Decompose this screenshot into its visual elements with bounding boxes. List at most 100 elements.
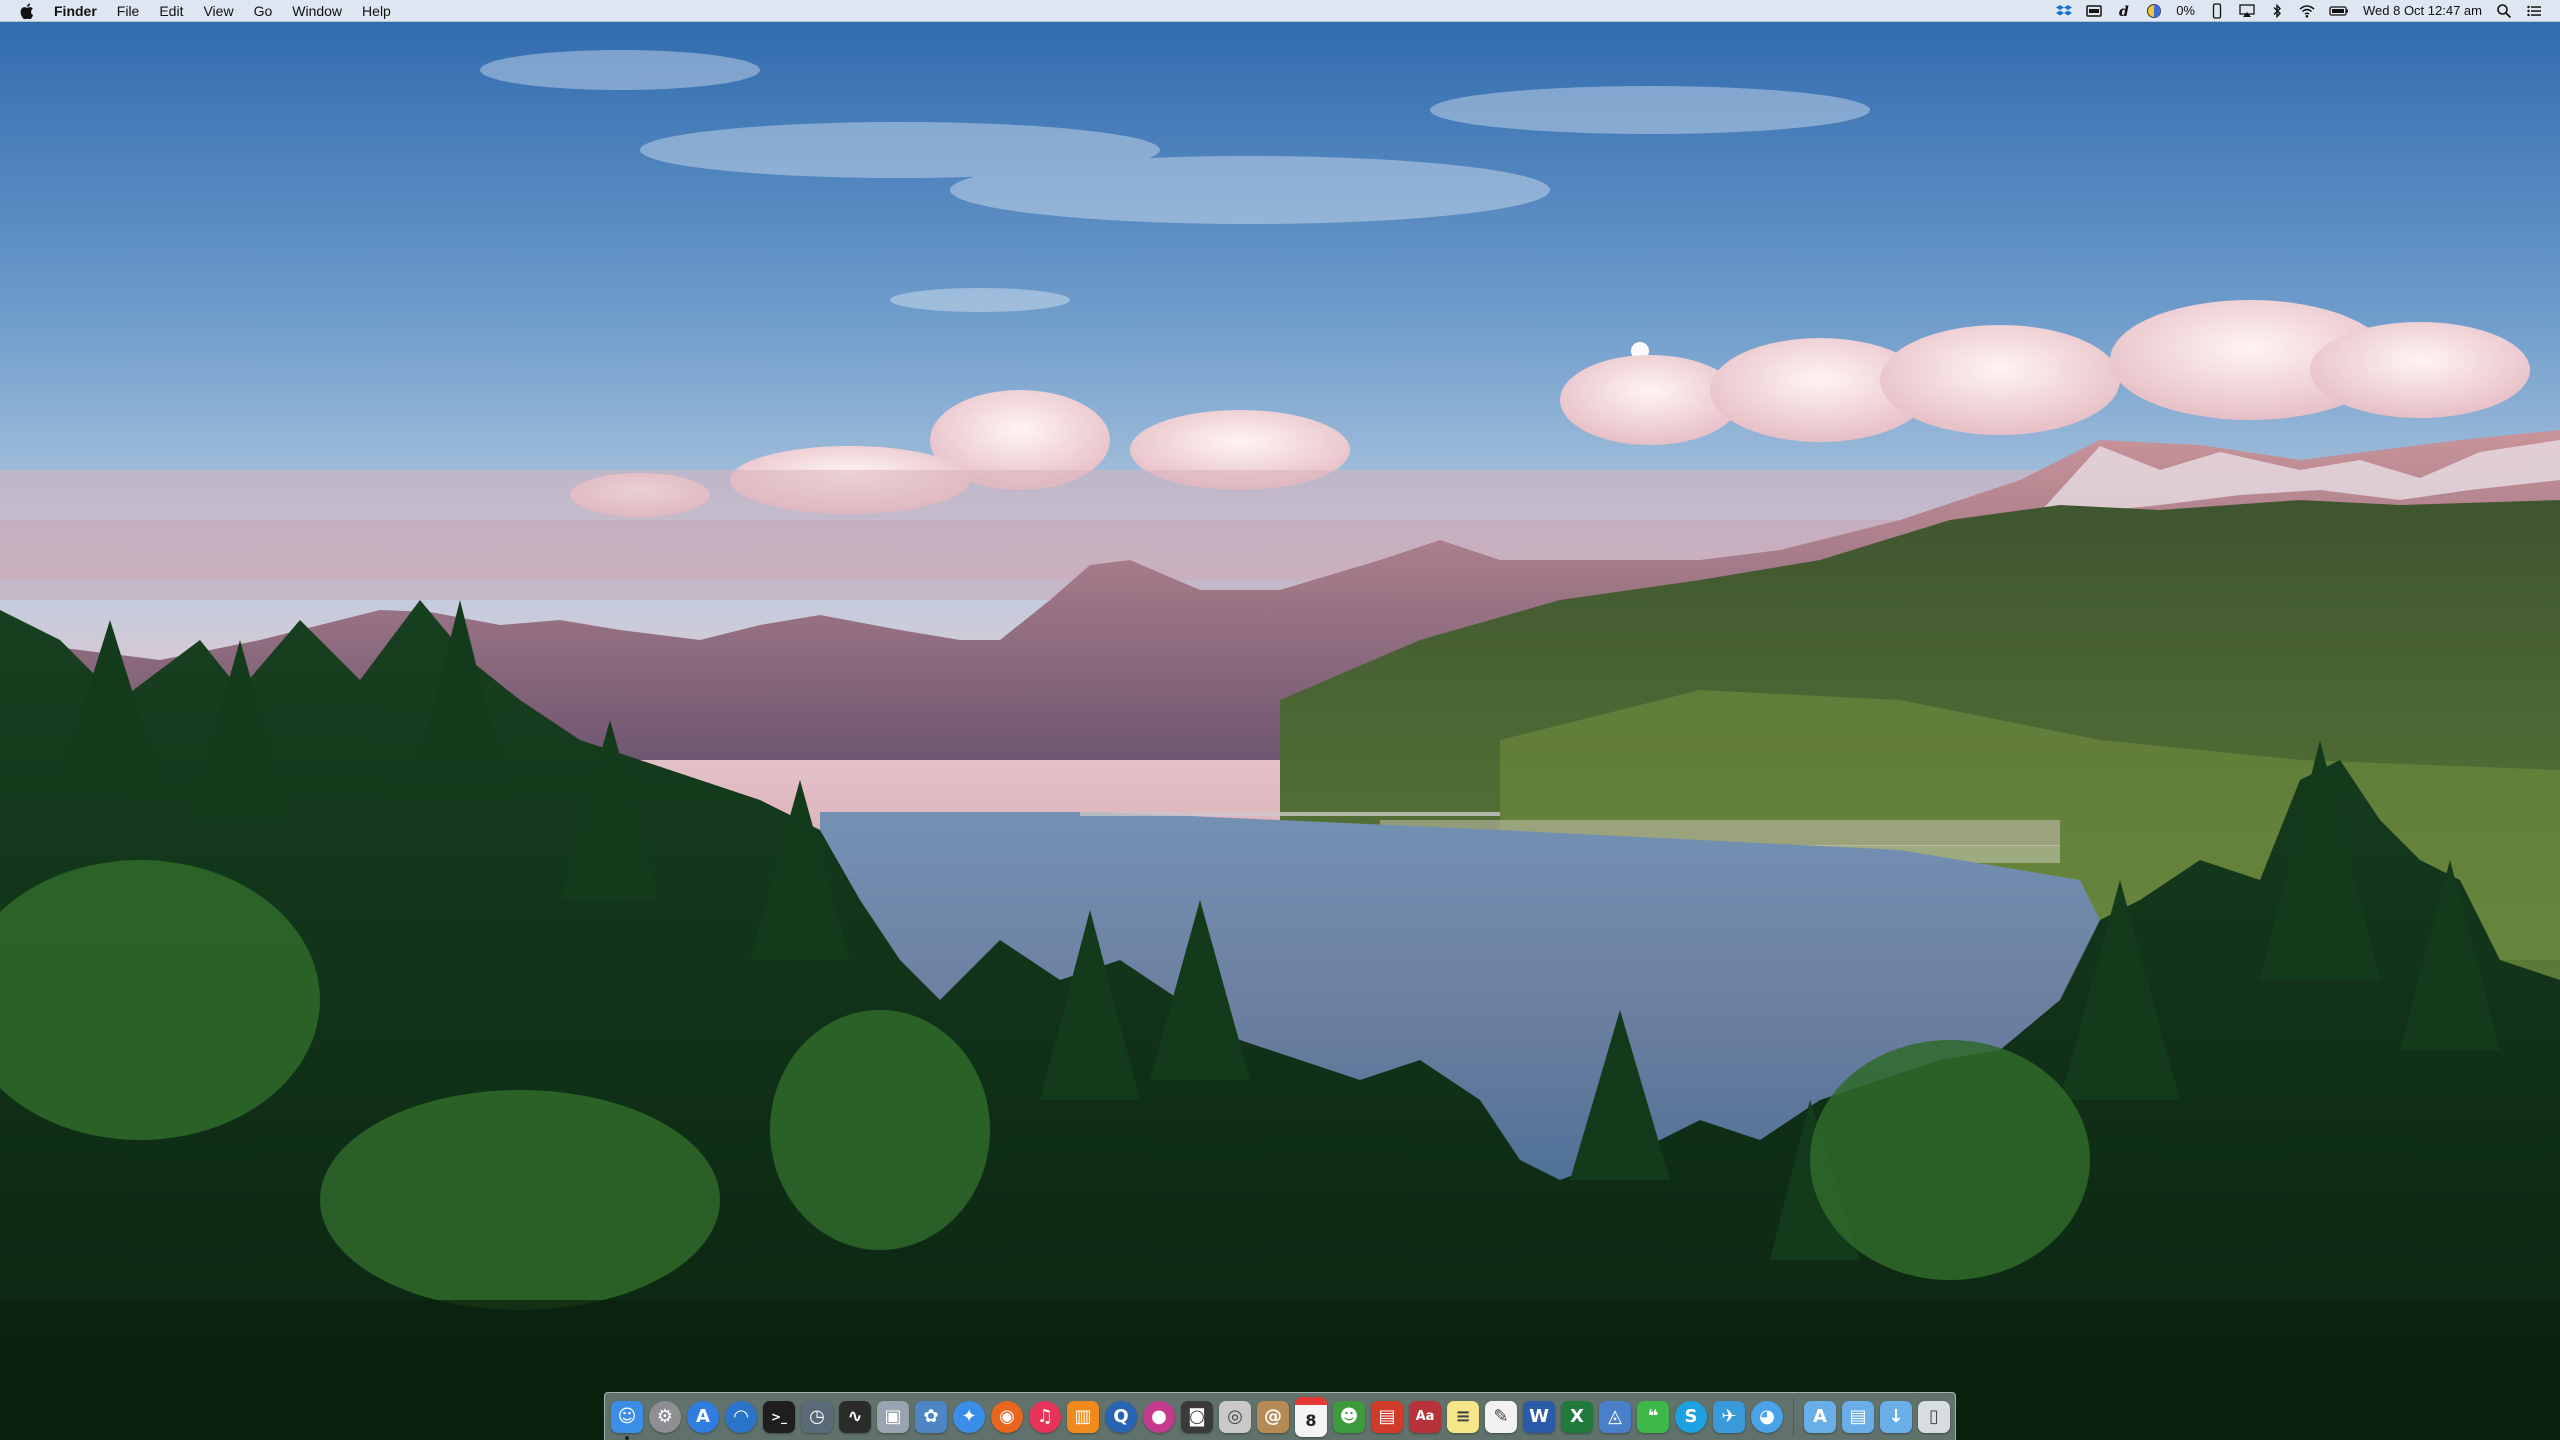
contacts-icon: @	[1264, 1405, 1282, 1427]
dock-item-messages[interactable]: ❝	[1637, 1400, 1669, 1433]
calendar-icon: 8	[1305, 1410, 1317, 1430]
dock-item-itunes[interactable]: ♫	[1029, 1400, 1061, 1433]
notification-center-icon[interactable]	[2526, 3, 2542, 19]
dock: ☺ ⚙ A ◠ >_ ◷ ∿ ▣ ✿ ✦ ◉ ♫ ▥ Q ● ◙ ◎ @8 ☻ ▤ Aa ≡ ✎ W X ◬ ❝ S ✈ ◕ A ▤ ↓ ▯	[604, 1392, 1956, 1440]
dock-item-app-store[interactable]: A	[687, 1400, 719, 1433]
excel-icon: X	[1570, 1405, 1584, 1427]
airplay-icon[interactable]	[2239, 3, 2255, 19]
dock-item-wi-fi-utility[interactable]: ◠	[725, 1400, 757, 1433]
menu-bar-left: Finder File Edit View Go Window Help	[0, 0, 411, 22]
menu-go[interactable]: Go	[254, 0, 273, 22]
menu-view[interactable]: View	[203, 0, 233, 22]
downloads-folder-icon: ↓	[1888, 1405, 1904, 1427]
app-store-icon: A	[696, 1405, 710, 1427]
tweetbot-icon: ◕	[1759, 1405, 1775, 1427]
finder-icon: ☺	[617, 1405, 637, 1427]
menu-bar-clock[interactable]: Wed 8 Oct 12:47 am	[2363, 0, 2482, 22]
dock-apps: ☺ ⚙ A ◠ >_ ◷ ∿ ▣ ✿ ✦ ◉ ♫ ▥ Q ● ◙ ◎ @8 ☻ ▤ Aa ≡ ✎ W X ◬ ❝ S ✈ ◕	[611, 1396, 1783, 1440]
dock-item-ibooks[interactable]: ▥	[1067, 1400, 1099, 1433]
dock-item-word[interactable]: W	[1523, 1400, 1555, 1433]
battery-icon[interactable]	[2329, 3, 2349, 19]
cpu-percent-readout: 0%	[2176, 2, 2195, 18]
dock-item-firefox[interactable]: ◉	[991, 1400, 1023, 1433]
bluetooth-icon[interactable]	[2269, 3, 2285, 19]
dock-item-safari[interactable]: ✦	[953, 1400, 985, 1433]
image-capture-icon: ◎	[1227, 1405, 1243, 1427]
dock-item-finder[interactable]: ☺	[611, 1400, 643, 1440]
dock-item-skype[interactable]: S	[1675, 1400, 1707, 1433]
dock-item-tweetbot[interactable]: ◕	[1751, 1400, 1783, 1433]
wifi-icon: ◠	[734, 1405, 748, 1427]
applications-folder-icon: A	[1813, 1405, 1827, 1427]
time-machine-icon: ◷	[809, 1405, 825, 1427]
dock-separator	[1793, 1397, 1794, 1436]
textedit-icon: ✎	[1493, 1405, 1509, 1427]
menu-bar-status-area: d 0% Wed 8 Oct 12:47 am	[2056, 0, 2560, 22]
twitter-icon: ✈	[1721, 1405, 1737, 1427]
dock-item-system-preferences[interactable]: ⚙	[649, 1400, 681, 1433]
preview-icon: ▣	[884, 1405, 902, 1427]
menu-edit[interactable]: Edit	[159, 0, 183, 22]
dock-item-excel[interactable]: X	[1561, 1400, 1593, 1433]
wifi-icon[interactable]	[2299, 3, 2315, 19]
dock-item-contacts[interactable]: @	[1257, 1400, 1289, 1433]
dock-item-dictionary[interactable]: Aa	[1409, 1400, 1441, 1433]
menu-app-finder[interactable]: Finder	[54, 0, 97, 22]
dock-folders: A ▤ ↓ ▯	[1804, 1400, 1950, 1433]
dash-icon[interactable]: d	[2116, 3, 2132, 19]
spotlight-search-icon[interactable]	[2496, 3, 2512, 19]
safari-icon: ✦	[961, 1405, 977, 1427]
svg-text:d: d	[2119, 4, 2129, 19]
books-icon: ▥	[1074, 1405, 1092, 1427]
dock-item-notes[interactable]: ≡	[1447, 1400, 1479, 1433]
trash-icon: ▯	[1929, 1405, 1939, 1427]
menu-meters-icon[interactable]	[2086, 3, 2102, 19]
activity-monitor-icon: ∿	[847, 1405, 863, 1427]
dock-item-textedit[interactable]: ✎	[1485, 1400, 1517, 1433]
phone-icon[interactable]	[2209, 2, 2225, 19]
notes-icon: ≡	[1455, 1405, 1471, 1427]
terminal-icon: >_	[770, 1409, 788, 1424]
dictionary-icon: Aa	[1415, 1409, 1435, 1424]
dock-item-quicktime[interactable]: Q	[1105, 1400, 1137, 1433]
game-center-icon: ●	[1151, 1405, 1167, 1427]
apple-logo-icon[interactable]	[20, 3, 34, 19]
running-indicator	[625, 1435, 629, 1440]
photo-booth-icon: ◙	[1188, 1405, 1206, 1427]
desktop: Finder File Edit View Go Window Help d 0…	[0, 0, 2560, 1440]
flashcards-icon: ▤	[1378, 1405, 1396, 1427]
dock-item-messages-old[interactable]: ☻	[1333, 1400, 1365, 1433]
menu-file[interactable]: File	[117, 0, 140, 22]
dock-item-image-capture[interactable]: ◎	[1219, 1400, 1251, 1433]
dock-item-time-machine[interactable]: ◷	[801, 1400, 833, 1433]
music-icon: ♫	[1036, 1405, 1054, 1427]
dock-item-activity-monitor[interactable]: ∿	[839, 1400, 871, 1433]
menu-help[interactable]: Help	[362, 0, 391, 22]
desktop-wallpaper	[0, 0, 2560, 1440]
dock-item-twitter[interactable]: ✈	[1713, 1400, 1745, 1433]
dock-item-terminal[interactable]: >_	[763, 1400, 795, 1433]
word-icon: W	[1529, 1405, 1549, 1427]
dock-item-trash[interactable]: ▯	[1918, 1400, 1950, 1433]
keynote-icon: ◬	[1608, 1405, 1622, 1427]
menu-bar: Finder File Edit View Go Window Help d 0…	[0, 0, 2560, 22]
dock-item-applications[interactable]: A	[1804, 1400, 1836, 1433]
menu-window[interactable]: Window	[292, 0, 342, 22]
dock-item-calendar[interactable]: 8	[1295, 1396, 1327, 1437]
dock-item-documents[interactable]: ▤	[1842, 1400, 1874, 1433]
messages-icon: ❝	[1647, 1405, 1659, 1427]
dock-item-flashcards[interactable]: ▤	[1371, 1400, 1403, 1433]
documents-folder-icon: ▤	[1849, 1405, 1867, 1427]
chat-icon: ☻	[1339, 1405, 1359, 1427]
dock-item-photo-booth[interactable]: ◙	[1181, 1400, 1213, 1433]
dock-item-keynote[interactable]: ◬	[1599, 1400, 1631, 1433]
dock-item-game-center[interactable]: ●	[1143, 1400, 1175, 1433]
skype-icon: S	[1684, 1405, 1698, 1427]
caffeine-icon[interactable]	[2146, 3, 2162, 19]
dock-item-preview[interactable]: ▣	[877, 1400, 909, 1433]
dock-item-downloads[interactable]: ↓	[1880, 1400, 1912, 1433]
dropbox-icon[interactable]	[2056, 3, 2073, 19]
quicktime-icon: Q	[1113, 1405, 1129, 1427]
dock-item-photos[interactable]: ✿	[915, 1400, 947, 1433]
gear-icon: ⚙	[656, 1405, 674, 1427]
